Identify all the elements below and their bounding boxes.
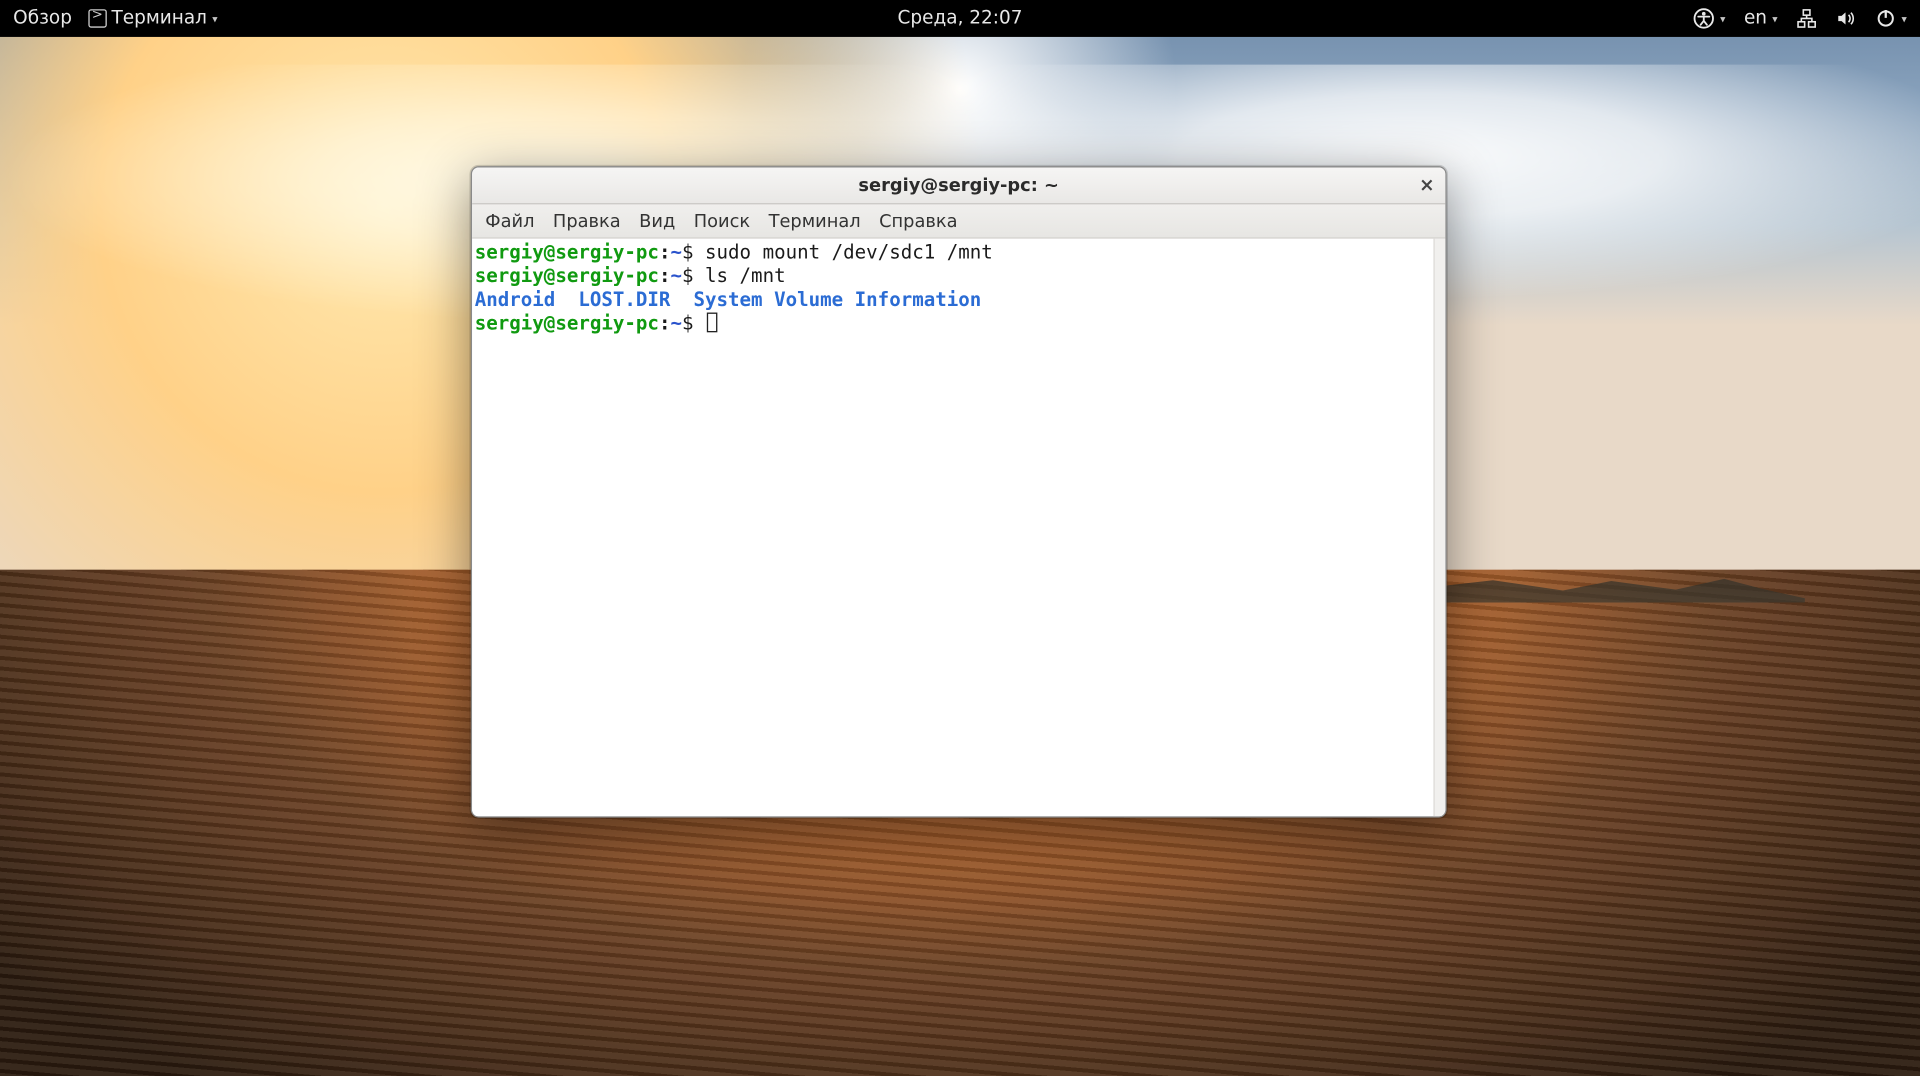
- chevron-down-icon: ▾: [1902, 13, 1907, 25]
- input-source-menu[interactable]: en ▾: [1744, 8, 1778, 29]
- menu-help[interactable]: Справка: [879, 210, 957, 231]
- top-panel: Обзор Терминал ▾ Среда, 22:07 ▾: [0, 0, 1920, 37]
- window-titlebar[interactable]: sergiy@sergiy-pc: ~ ×: [472, 167, 1445, 204]
- terminal-textarea[interactable]: sergiy@sergiy-pc:~$ sudo mount /dev/sdc1…: [472, 239, 1445, 817]
- accessibility-icon: [1694, 8, 1715, 29]
- network-wired-icon: [1796, 8, 1817, 29]
- appmenu-label: Терминал: [112, 8, 207, 29]
- volume-indicator[interactable]: [1836, 8, 1857, 29]
- input-lang-label: en: [1744, 8, 1767, 29]
- menu-search[interactable]: Поиск: [694, 210, 750, 231]
- menu-terminal[interactable]: Терминал: [769, 210, 861, 231]
- menubar: Файл Правка Вид Поиск Терминал Справка: [472, 204, 1445, 238]
- chevron-down-icon: ▾: [1772, 13, 1777, 25]
- terminal-window: sergiy@sergiy-pc: ~ × Файл Правка Вид По…: [471, 166, 1447, 817]
- close-icon: ×: [1419, 175, 1434, 196]
- network-indicator[interactable]: [1796, 8, 1817, 29]
- menu-view[interactable]: Вид: [639, 210, 675, 231]
- scrollbar[interactable]: [1433, 239, 1445, 817]
- chevron-down-icon: ▾: [212, 13, 217, 25]
- menu-edit[interactable]: Правка: [553, 210, 621, 231]
- activities-label: Обзор: [13, 8, 72, 29]
- power-icon: [1875, 8, 1896, 29]
- chevron-down-icon: ▾: [1720, 13, 1725, 25]
- clock-button[interactable]: Среда, 22:07: [898, 8, 1023, 29]
- close-button[interactable]: ×: [1414, 173, 1440, 199]
- clock-label: Среда, 22:07: [898, 8, 1023, 29]
- system-menu[interactable]: ▾: [1875, 8, 1907, 29]
- accessibility-menu[interactable]: ▾: [1694, 8, 1726, 29]
- menu-file[interactable]: Файл: [485, 210, 534, 231]
- window-title: sergiy@sergiy-pc: ~: [858, 175, 1059, 196]
- appmenu-button[interactable]: Терминал ▾: [88, 8, 218, 29]
- volume-icon: [1836, 8, 1857, 29]
- activities-button[interactable]: Обзор: [13, 8, 72, 29]
- terminal-app-icon: [88, 9, 106, 27]
